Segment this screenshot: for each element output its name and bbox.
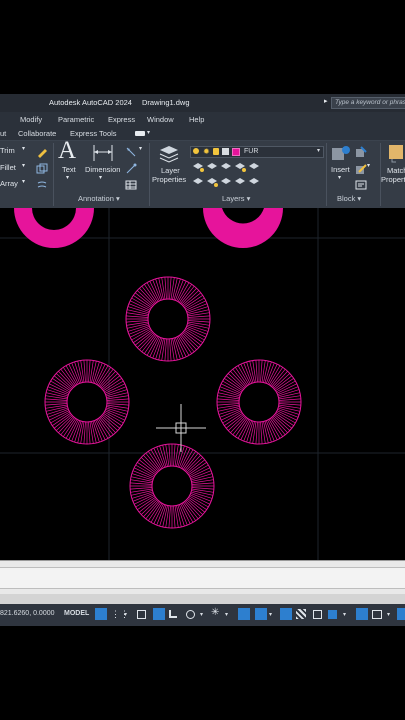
hatched-ring-1[interactable] — [125, 276, 211, 362]
dynamic-ucs-icon[interactable] — [313, 610, 322, 619]
layer-color-swatch — [232, 148, 240, 156]
selection-cycling-icon[interactable] — [280, 608, 292, 620]
annotation-visibility-icon[interactable] — [372, 610, 382, 619]
command-line-area[interactable] — [0, 560, 405, 594]
dimension-tool-icon[interactable] — [91, 143, 115, 163]
menu-bar: Modify Parametric Express Window Help — [0, 112, 405, 127]
layer-properties-label-line1[interactable]: Layer — [161, 166, 180, 175]
dimension-button[interactable]: Dimension — [85, 165, 120, 174]
dimension-dropdown-icon[interactable]: ▾ — [99, 174, 102, 181]
filter-dropdown-icon[interactable]: ▾ — [343, 611, 355, 623]
chevron-down-icon[interactable]: ▾ — [317, 147, 320, 154]
ortho-toggle-icon[interactable] — [137, 610, 146, 619]
menu-modify[interactable]: Modify — [20, 115, 42, 124]
menu-help[interactable]: Help — [189, 115, 204, 124]
layer-tools-icons[interactable] — [191, 161, 263, 191]
layer-properties-label-line2[interactable]: Properties — [152, 175, 186, 184]
layer-dropdown[interactable]: ✹ FUR ▾ — [190, 146, 324, 158]
text-tool-icon[interactable]: A — [58, 137, 76, 165]
3d-osnap-icon[interactable] — [296, 609, 306, 619]
snap-toggle-icon[interactable]: ⋮⋮ — [111, 609, 129, 621]
hatched-ring-4[interactable] — [129, 443, 215, 529]
menu-express[interactable]: Express — [108, 115, 135, 124]
isodraft-icon[interactable] — [169, 610, 177, 618]
grid-toggle-icon[interactable] — [95, 608, 107, 620]
chevron-down-icon[interactable]: ▾ — [147, 129, 150, 136]
lock-icon — [213, 148, 219, 155]
partial-ring-left — [14, 208, 94, 248]
document-title: Drawing1.dwg — [142, 98, 190, 107]
app-title: Autodesk AutoCAD 2024 — [49, 98, 132, 107]
tab-express-tools[interactable]: Express Tools — [70, 129, 117, 138]
fillet-dropdown-icon[interactable]: ▾ — [22, 162, 25, 169]
layer-on-icon — [193, 148, 199, 154]
polar-toggle-icon[interactable] — [153, 608, 165, 620]
sun-icon: ✹ — [203, 147, 210, 156]
leader-icon[interactable] — [125, 146, 137, 158]
table-icon[interactable] — [125, 179, 137, 191]
tab-collaborate[interactable]: Collaborate — [18, 129, 56, 138]
layer-properties-icon[interactable] — [158, 144, 180, 164]
insert-dropdown-icon[interactable]: ▾ — [338, 174, 341, 181]
status-bar: 821.6260, 0.0000 MODEL ⋮⋮ ▾ ▾ ✳ ▾ ▾ ▾ ▾ — [0, 604, 405, 626]
attribute-icon[interactable] — [355, 179, 367, 191]
hatched-ring-3[interactable] — [216, 359, 302, 445]
block-panel-label[interactable]: Block ▾ — [337, 194, 361, 203]
trim-dropdown-icon[interactable]: ▾ — [22, 145, 25, 152]
ribbon-separator — [326, 143, 327, 206]
array-button[interactable]: Array — [0, 179, 18, 188]
autocad-window: Autodesk AutoCAD 2024 Drawing1.dwg ▸ Typ… — [0, 94, 405, 626]
text-dropdown-icon[interactable]: ▾ — [66, 174, 69, 181]
trim-button[interactable]: Trim — [0, 146, 15, 155]
array-dropdown-icon[interactable]: ▾ — [22, 178, 25, 185]
insert-button[interactable]: Insert — [331, 165, 350, 174]
insert-block-icon[interactable] — [330, 144, 352, 164]
current-layer-name: FUR — [244, 148, 259, 155]
gizmo-icon[interactable] — [356, 608, 368, 620]
leader-dropdown-icon[interactable]: ▾ — [139, 145, 142, 152]
coordinates-readout: 821.6260, 0.0000 — [0, 610, 55, 617]
text-button[interactable]: Text — [62, 165, 76, 174]
snap-dropdown-icon[interactable]: ▾ — [124, 611, 136, 623]
layers-panel-label[interactable]: Layers ▾ — [222, 194, 250, 203]
annotation-panel-label[interactable]: Annotation ▾ — [78, 194, 120, 203]
hatched-ring-2[interactable] — [44, 359, 130, 445]
partial-ring-right — [203, 208, 283, 248]
osnap-dropdown-icon[interactable]: ▾ — [225, 611, 237, 623]
model-space-button[interactable]: MODEL — [64, 610, 89, 617]
transparency-toggle-icon[interactable] — [255, 608, 267, 620]
workspace-icon[interactable] — [397, 608, 405, 620]
ribbon-panel: Trim Fillet Array ▾ ▾ ▾ A Text ▾ Dimensi… — [0, 137, 405, 208]
command-input[interactable] — [0, 567, 405, 589]
ribbon-minimize-toggle-icon[interactable] — [135, 131, 145, 136]
osnap-icon[interactable]: ✳ — [211, 607, 223, 619]
multileader-icon[interactable] — [125, 163, 137, 175]
pencil-icon[interactable] — [36, 146, 48, 158]
drawing-svg[interactable] — [0, 208, 405, 560]
ribbon-separator — [149, 143, 150, 206]
selection-filter-icon[interactable] — [328, 610, 337, 619]
fillet-button[interactable]: Fillet — [0, 163, 16, 172]
match-properties-icon[interactable] — [387, 143, 405, 163]
copy-icon[interactable] — [36, 163, 48, 175]
edit-block-dropdown-icon[interactable]: ▾ — [367, 162, 370, 169]
create-block-icon[interactable] — [355, 146, 367, 158]
offset-icon[interactable] — [36, 179, 48, 191]
edit-block-icon[interactable] — [355, 163, 367, 175]
match-properties-label-line2[interactable]: Propert — [381, 175, 405, 184]
match-properties-label-line1[interactable]: Match — [387, 166, 405, 175]
object-snap-tracking-icon[interactable] — [186, 610, 195, 619]
print-icon — [222, 148, 229, 155]
menu-parametric[interactable]: Parametric — [58, 115, 94, 124]
search-input[interactable]: Type a keyword or phrase — [331, 97, 405, 109]
ribbon-separator — [53, 143, 54, 206]
search-expand-icon[interactable]: ▸ — [324, 97, 328, 105]
menu-window[interactable]: Window — [147, 115, 174, 124]
lineweight-toggle-icon[interactable] — [238, 608, 250, 620]
title-bar: Autodesk AutoCAD 2024 Drawing1.dwg ▸ Typ… — [0, 94, 405, 112]
drawing-canvas[interactable] — [0, 208, 405, 560]
layout-tabs-strip — [0, 594, 405, 604]
tab-output[interactable]: ut — [0, 129, 6, 138]
